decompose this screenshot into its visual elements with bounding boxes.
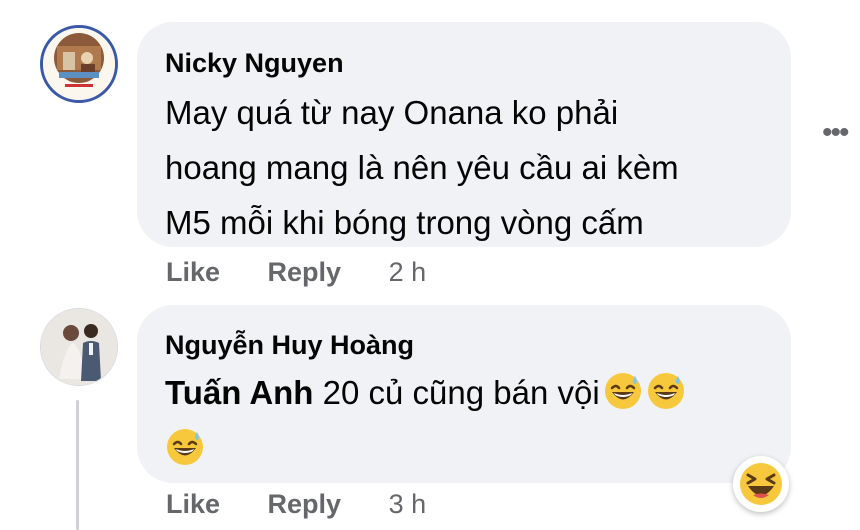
laughing-reaction-icon[interactable] xyxy=(733,456,789,512)
reply-button[interactable]: Reply xyxy=(268,489,342,519)
comment-actions: Like Reply 3 h xyxy=(166,489,426,520)
comment-bubble: Nicky Nguyen May quá từ nay Onana ko phả… xyxy=(137,22,791,247)
comment-timestamp[interactable]: 3 h xyxy=(389,489,427,519)
mention-link[interactable]: Tuấn Anh xyxy=(165,374,313,411)
comment-timestamp[interactable]: 2 h xyxy=(389,257,427,287)
laughing-emoji xyxy=(740,463,782,505)
avatar[interactable] xyxy=(40,25,118,103)
comment-text-line: M5 mỗi khi bóng trong vòng cấm xyxy=(165,204,644,241)
comment-text-line: hoang mang là nên yêu cầu ai kèm xyxy=(165,149,679,186)
reply-button[interactable]: Reply xyxy=(268,257,342,287)
avatar[interactable] xyxy=(40,308,118,386)
comment-text-line xyxy=(165,421,791,477)
profile-photo-icon xyxy=(43,28,115,100)
grinning-sweat-emoji xyxy=(647,373,684,409)
comment-author[interactable]: Nguyễn Huy Hoàng xyxy=(165,329,791,361)
reply-thread-line xyxy=(76,400,79,530)
comment-text-line: May quá từ nay Onana ko phải xyxy=(165,94,619,131)
more-horizontal-icon[interactable]: ••• xyxy=(822,118,849,148)
like-button[interactable]: Like xyxy=(166,489,220,519)
comment-text: May quá từ nay Onana ko phải hoang mang … xyxy=(165,85,791,250)
comment-text-line: Tuấn Anh 20 củ cũng bán vội xyxy=(165,365,791,421)
comment-text-body: 20 củ cũng bán vội xyxy=(313,374,600,411)
comment-text: Tuấn Anh 20 củ cũng bán vội xyxy=(165,365,791,477)
grinning-sweat-emoji xyxy=(167,429,203,465)
comment-bubble: Nguyễn Huy Hoàng Tuấn Anh 20 củ cũng bán… xyxy=(137,305,791,483)
comment-author[interactable]: Nicky Nguyen xyxy=(165,47,791,79)
profile-photo-icon xyxy=(41,309,117,385)
grinning-sweat-emoji xyxy=(604,373,641,409)
like-button[interactable]: Like xyxy=(166,257,220,287)
comment-actions: Like Reply 2 h xyxy=(166,257,426,288)
